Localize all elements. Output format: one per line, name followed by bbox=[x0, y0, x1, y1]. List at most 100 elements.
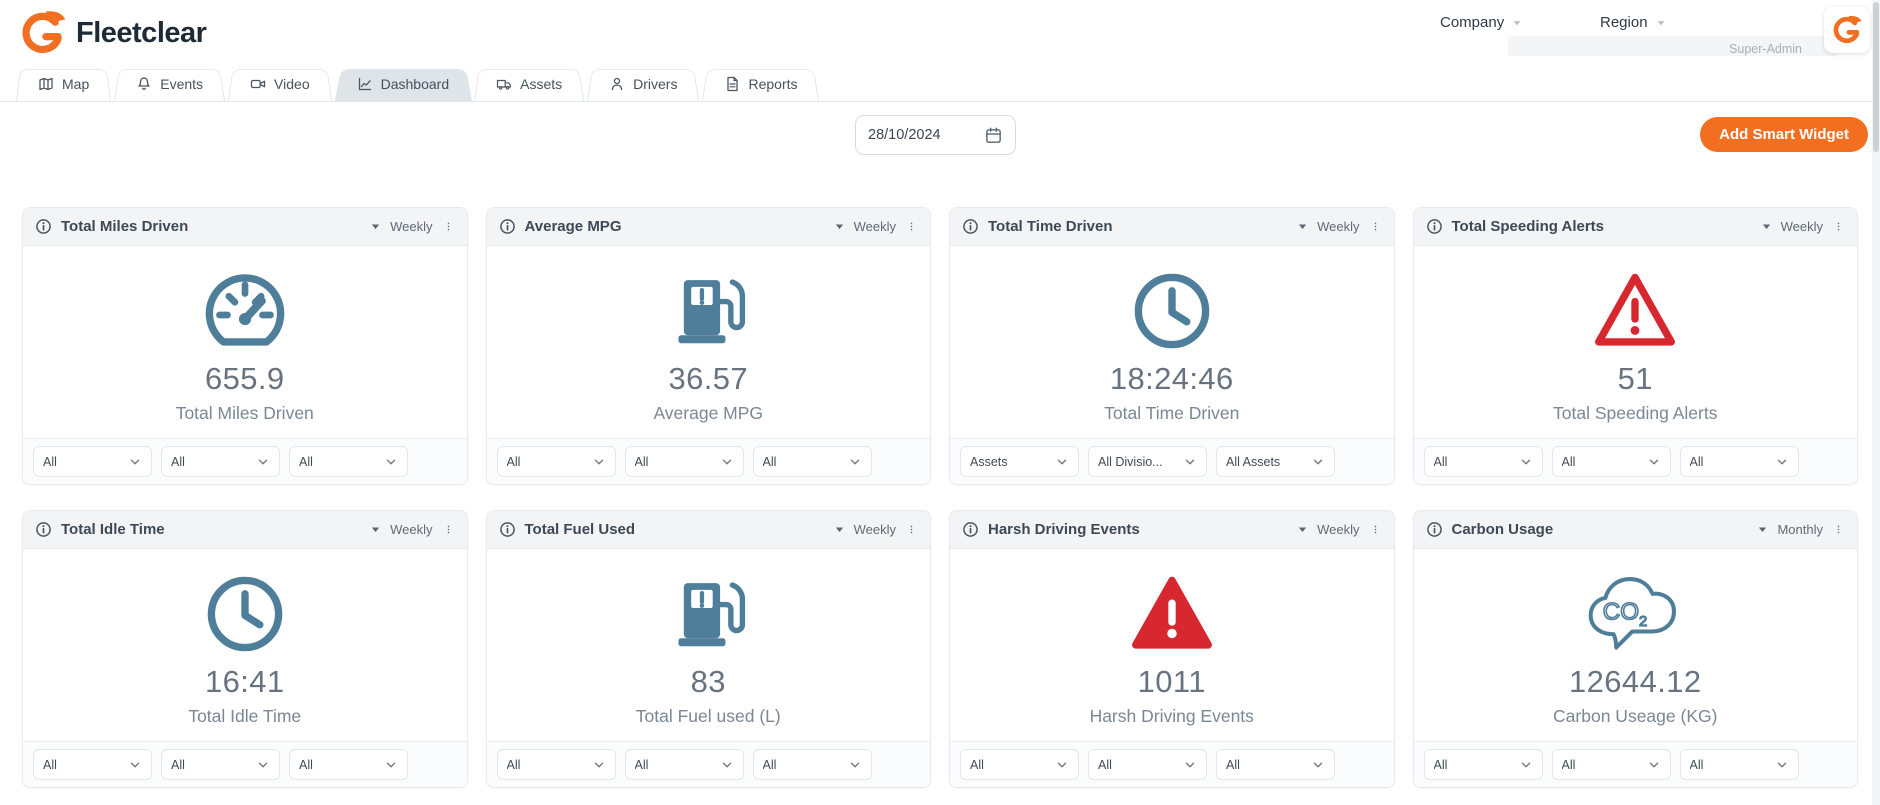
caret-down-icon[interactable] bbox=[369, 523, 382, 536]
app-header: Fleetclear Company Region Super-Admin bbox=[0, 0, 1880, 66]
line-chart-icon bbox=[357, 76, 373, 92]
info-icon[interactable] bbox=[499, 218, 516, 235]
caret-down-icon[interactable] bbox=[1296, 220, 1309, 233]
widget-value-label: Harsh Driving Events bbox=[1089, 706, 1254, 726]
fleetclear-logo-icon bbox=[1832, 15, 1862, 45]
chevron-down-icon bbox=[1647, 455, 1661, 469]
widget-period[interactable]: Weekly bbox=[1781, 219, 1823, 234]
filter-select[interactable]: All bbox=[1423, 446, 1543, 477]
chevron-down-icon bbox=[1519, 455, 1533, 469]
scrollbar-track bbox=[1872, 0, 1880, 805]
filter-select[interactable]: All bbox=[960, 749, 1079, 780]
info-icon[interactable] bbox=[35, 521, 52, 538]
filter-select[interactable]: All bbox=[33, 446, 152, 477]
kebab-menu-icon[interactable] bbox=[904, 219, 919, 234]
caret-down-icon[interactable] bbox=[369, 220, 382, 233]
filter-select[interactable]: All bbox=[289, 749, 408, 780]
chevron-down-icon bbox=[592, 758, 606, 772]
caret-down-icon[interactable] bbox=[833, 220, 846, 233]
filter-select[interactable]: All bbox=[1423, 749, 1543, 780]
caret-down-icon[interactable] bbox=[1296, 523, 1309, 536]
filter-select[interactable]: All bbox=[33, 749, 152, 780]
filter-select[interactable]: All bbox=[1551, 749, 1671, 780]
widget-card-total-miles-driven: Total Miles Driven Weekly 655.9 Total Mi… bbox=[22, 207, 468, 485]
widget-period[interactable]: Weekly bbox=[390, 522, 432, 537]
widget-period[interactable]: Weekly bbox=[390, 219, 432, 234]
chevron-down-icon bbox=[128, 758, 142, 772]
kebab-menu-icon[interactable] bbox=[441, 522, 456, 537]
widget-card-carbon-usage: Carbon Usage Monthly 12644.12 Carbon Use… bbox=[1412, 510, 1858, 788]
widget-period[interactable]: Weekly bbox=[854, 219, 896, 234]
widget-body: 36.57 Average MPG bbox=[487, 246, 931, 438]
widget-value-label: Total Miles Driven bbox=[175, 403, 314, 423]
filter-select[interactable]: All bbox=[161, 446, 280, 477]
scrollbar-thumb[interactable] bbox=[1873, 2, 1879, 152]
kebab-menu-icon[interactable] bbox=[1368, 219, 1383, 234]
widget-card-average-mpg: Average MPG Weekly 36.57 Average MPG All… bbox=[485, 207, 931, 485]
widget-header: Average MPG Weekly bbox=[486, 208, 930, 246]
user-avatar[interactable] bbox=[1824, 7, 1870, 53]
filter-select[interactable]: All Divisio... bbox=[1088, 446, 1207, 477]
filter-select[interactable]: All bbox=[752, 446, 872, 477]
widget-grid: Total Miles Driven Weekly 655.9 Total Mi… bbox=[22, 207, 1858, 788]
filter-select[interactable]: All bbox=[1679, 446, 1799, 477]
info-icon[interactable] bbox=[1426, 218, 1443, 235]
kebab-menu-icon[interactable] bbox=[1368, 522, 1383, 537]
map-icon bbox=[38, 76, 54, 92]
widget-period[interactable]: Weekly bbox=[854, 522, 896, 537]
kebab-menu-icon[interactable] bbox=[1831, 219, 1846, 234]
filter-select[interactable]: All bbox=[1088, 749, 1207, 780]
widget-period[interactable]: Weekly bbox=[1317, 219, 1359, 234]
widget-title: Total Speeding Alerts bbox=[1451, 218, 1605, 235]
truck-icon bbox=[496, 76, 512, 92]
kebab-menu-icon[interactable] bbox=[1831, 522, 1846, 537]
widget-period[interactable]: Monthly bbox=[1777, 522, 1823, 537]
chevron-down-icon bbox=[848, 758, 862, 772]
tab-map[interactable]: Map bbox=[16, 66, 111, 101]
widget-filters: All All All bbox=[486, 438, 930, 484]
filter-select[interactable]: All bbox=[624, 749, 744, 780]
tab-video[interactable]: Video bbox=[228, 66, 332, 101]
region-dropdown[interactable]: Region bbox=[1600, 14, 1667, 31]
info-icon[interactable] bbox=[35, 218, 52, 235]
tab-events[interactable]: Events bbox=[114, 66, 225, 101]
widget-filters: All All All bbox=[1413, 741, 1857, 787]
tab-drivers[interactable]: Drivers bbox=[587, 66, 699, 101]
caret-down-icon[interactable] bbox=[833, 523, 846, 536]
filter-select[interactable]: All Assets bbox=[1216, 446, 1335, 477]
kebab-menu-icon[interactable] bbox=[904, 522, 919, 537]
date-input[interactable] bbox=[855, 115, 1016, 155]
info-icon[interactable] bbox=[962, 218, 979, 235]
filter-select[interactable]: All bbox=[1679, 749, 1799, 780]
filter-select[interactable]: Assets bbox=[960, 446, 1079, 477]
widget-value: 655.9 bbox=[204, 361, 285, 396]
tab-reports[interactable]: Reports bbox=[702, 66, 819, 101]
filter-select[interactable]: All bbox=[624, 446, 744, 477]
filter-select[interactable]: All bbox=[496, 446, 616, 477]
tab-assets[interactable]: Assets bbox=[474, 66, 584, 101]
filter-select[interactable]: All bbox=[161, 749, 280, 780]
caret-down-icon[interactable] bbox=[1756, 523, 1769, 536]
info-icon[interactable] bbox=[499, 521, 516, 538]
filter-select[interactable]: All bbox=[752, 749, 872, 780]
widget-card-total-speeding-alerts: Total Speeding Alerts Weekly 51 Total Sp… bbox=[1412, 207, 1858, 485]
calendar-icon bbox=[984, 126, 1003, 145]
filter-select[interactable]: All bbox=[1216, 749, 1335, 780]
filter-select[interactable]: All bbox=[1551, 446, 1671, 477]
widget-header: Total Fuel Used Weekly bbox=[486, 511, 930, 549]
widget-card-total-time-driven: Total Time Driven Weekly 18:24:46 Total … bbox=[949, 207, 1395, 485]
filter-select[interactable]: All bbox=[289, 446, 408, 477]
info-icon[interactable] bbox=[1426, 521, 1443, 538]
add-smart-widget-button[interactable]: Add Smart Widget bbox=[1700, 117, 1868, 152]
info-icon[interactable] bbox=[962, 521, 979, 538]
company-dropdown[interactable]: Company bbox=[1440, 14, 1523, 31]
date-value[interactable] bbox=[868, 127, 968, 143]
tab-dashboard[interactable]: Dashboard bbox=[335, 66, 472, 101]
widget-title: Total Idle Time bbox=[61, 521, 165, 538]
clock-icon bbox=[95, 571, 395, 657]
caret-down-icon[interactable] bbox=[1760, 220, 1773, 233]
document-icon bbox=[724, 76, 740, 92]
kebab-menu-icon[interactable] bbox=[441, 219, 456, 234]
filter-select[interactable]: All bbox=[496, 749, 616, 780]
widget-period[interactable]: Weekly bbox=[1317, 522, 1359, 537]
